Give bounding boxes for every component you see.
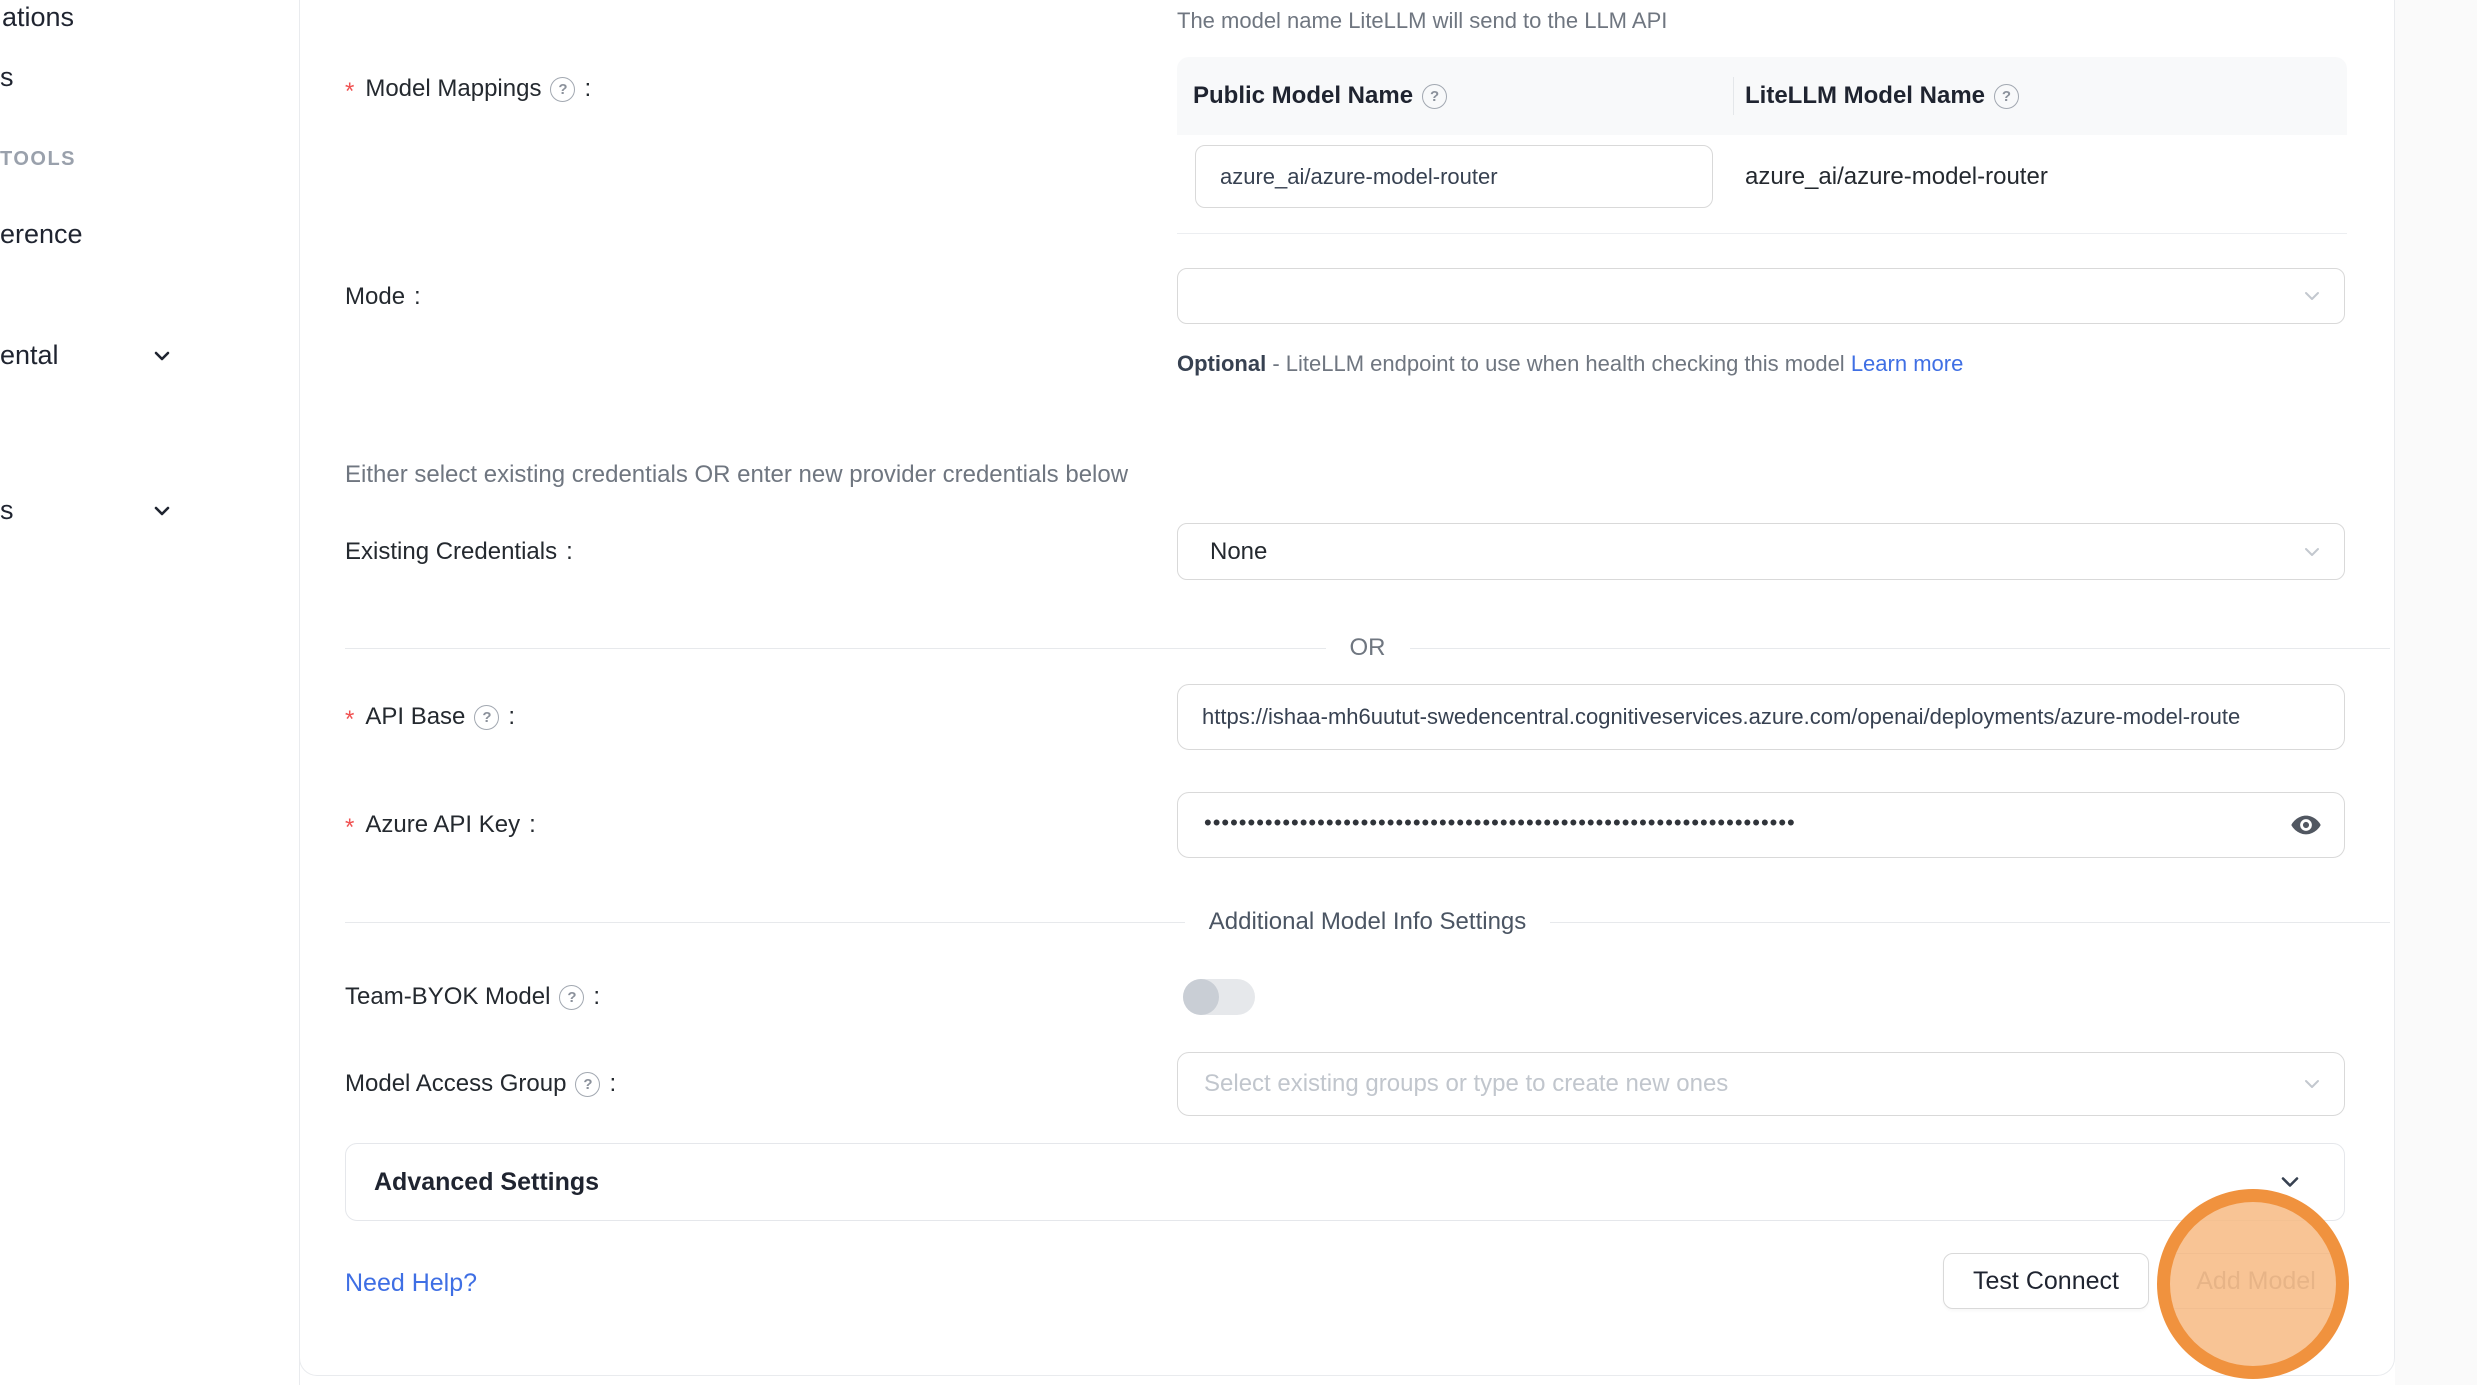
header-text: Public Model Name [1193,82,1413,110]
select-placeholder: Select existing groups or type to create… [1178,1070,1728,1098]
or-divider: OR [345,634,2390,662]
model-mappings-label: * Model Mappings ? : [345,75,591,103]
chevron-down-icon[interactable] [150,499,174,528]
label-text: Model Mappings [365,75,541,103]
model-access-group-label: Model Access Group ? : [345,1070,616,1098]
label-colon: : [584,75,591,103]
api-base-input[interactable]: https://ishaa-mh6uutut-swedencentral.cog… [1177,684,2345,750]
sidebar-section-tools: TOOLS [0,148,76,171]
label-text: Model Access Group [345,1070,566,1098]
question-circle-icon[interactable]: ? [550,77,575,102]
divider-text: OR [1350,634,1386,662]
input-value: azure_ai/azure-model-router [1196,164,1498,190]
chevron-down-icon [2300,1072,2324,1096]
model-access-group-select[interactable]: Select existing groups or type to create… [1177,1052,2345,1116]
question-circle-icon[interactable]: ? [474,705,499,730]
chevron-down-icon [2300,540,2324,564]
api-base-label: * API Base ? : [345,703,515,731]
label-text: API Base [365,703,465,731]
test-connect-button[interactable]: Test Connect [1943,1253,2149,1309]
advanced-settings-title: Advanced Settings [346,1168,599,1197]
existing-credentials-select[interactable]: None [1177,523,2345,580]
sidebar-item-label: s [0,495,14,525]
sidebar-item-label: s [0,62,14,92]
learn-more-link[interactable]: Learn more [1851,351,1964,376]
chevron-down-icon [2300,284,2324,308]
label-colon: : [566,538,573,566]
table-row: azure_ai/azure-model-router azure_ai/azu… [1177,135,2347,234]
divider-line [1550,922,2390,923]
credentials-note: Either select existing credentials OR en… [345,461,1128,489]
optional-badge-text: Optional [1177,351,1266,376]
question-circle-icon[interactable]: ? [559,985,584,1010]
label-text: Azure API Key [365,811,520,839]
input-value: https://ishaa-mh6uutut-swedencentral.cog… [1178,704,2240,730]
sidebar-item-clipped-2[interactable]: s [0,62,14,93]
table-header-litellm-model-name: LiteLLM Model Name ? [1717,82,2019,110]
table-header-row: Public Model Name ? LiteLLM Model Name ? [1177,57,2347,135]
header-text: LiteLLM Model Name [1745,82,1985,110]
eye-icon[interactable] [2290,809,2322,841]
azure-api-key-label: * Azure API Key : [345,811,536,839]
sidebar-item-label: erence [0,219,83,249]
question-circle-icon[interactable]: ? [575,1072,600,1097]
advanced-settings-panel[interactable]: Advanced Settings [345,1143,2345,1221]
sidebar-item-label: ations [2,2,74,32]
page-background-right [2395,0,2477,1385]
question-circle-icon[interactable]: ? [1994,84,2019,109]
public-model-name-input[interactable]: azure_ai/azure-model-router [1195,145,1713,208]
label-colon: : [414,283,421,311]
azure-api-key-input[interactable]: ••••••••••••••••••••••••••••••••••••••••… [1177,792,2345,858]
chevron-down-icon[interactable] [150,344,174,373]
label-colon: : [529,811,536,839]
help-text: - LiteLLM endpoint to use when health ch… [1266,351,1851,376]
divider-line [345,922,1185,923]
mode-help-text: Optional - LiteLLM endpoint to use when … [1177,344,1987,384]
additional-model-info-divider: Additional Model Info Settings [345,908,2390,936]
sidebar-item-clipped-4[interactable]: ental [0,340,59,371]
existing-credentials-label: Existing Credentials : [345,538,573,566]
sidebar-item-label: ental [0,340,59,370]
label-colon: : [593,983,600,1011]
toggle-knob [1183,979,1219,1015]
divider-line [345,648,1326,649]
required-marker: * [345,706,354,734]
table-header-public-model-name: Public Model Name ? [1177,82,1717,110]
question-circle-icon[interactable]: ? [1422,84,1447,109]
label-text: Mode [345,283,405,311]
sidebar-item-clipped-1[interactable]: ations [2,2,74,33]
need-help-link[interactable]: Need Help? [345,1269,477,1298]
add-model-form-screen: ations s TOOLS erence ental s The model … [0,0,2477,1385]
click-target-annotation-circle [2157,1189,2349,1379]
mode-label: Mode : [345,283,421,311]
required-marker: * [345,78,354,106]
select-value: None [1178,538,1267,566]
required-marker: * [345,814,354,842]
sidebar-divider [299,0,300,1385]
label-text: Existing Credentials [345,538,557,566]
model-name-help-text: The model name LiteLLM will send to the … [1177,8,1667,34]
header-column-divider [1733,77,1734,115]
label-colon: : [609,1070,616,1098]
team-byok-toggle[interactable] [1183,979,1255,1015]
team-byok-label: Team-BYOK Model ? : [345,983,600,1011]
mode-select[interactable] [1177,268,2345,324]
chevron-down-icon[interactable] [2276,1168,2304,1196]
divider-text: Additional Model Info Settings [1209,908,1527,936]
model-mappings-table: Public Model Name ? LiteLLM Model Name ?… [1177,57,2347,234]
label-text: Team-BYOK Model [345,983,550,1011]
sidebar-section-label: TOOLS [0,148,76,170]
sidebar-item-clipped-5[interactable]: s [0,495,14,526]
sidebar-item-clipped-3[interactable]: erence [0,219,83,250]
litellm-model-name-value: azure_ai/azure-model-router [1745,163,2048,191]
divider-line [1410,648,2391,649]
masked-password-value: ••••••••••••••••••••••••••••••••••••••••… [1178,810,1796,836]
label-colon: : [508,703,515,731]
